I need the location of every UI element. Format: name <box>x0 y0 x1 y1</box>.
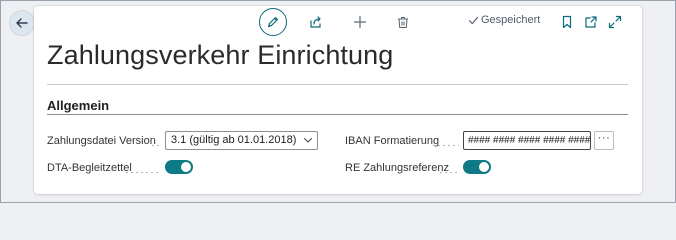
iban-formatierung-lookup-button[interactable]: ··· <box>594 131 614 150</box>
delete-button[interactable] <box>394 13 412 31</box>
share-icon <box>310 16 321 28</box>
edit-button[interactable] <box>259 8 287 36</box>
expand-button[interactable] <box>606 13 624 31</box>
iban-formatierung-field[interactable]: #### #### #### #### #### <box>463 131 591 150</box>
new-button[interactable] <box>351 13 369 31</box>
saved-label: Gespeichert <box>481 14 541 26</box>
zahlungsdatei-version-label: Zahlungsdatei Version <box>47 135 156 147</box>
open-in-new-window-icon <box>585 16 597 28</box>
bookmark-button[interactable] <box>558 13 576 31</box>
checkmark-icon <box>468 16 479 24</box>
iban-formatierung-label: IBAN Formatierung <box>345 135 440 147</box>
back-button[interactable] <box>9 10 35 36</box>
pencil-icon <box>267 16 279 28</box>
share-button[interactable] <box>307 13 325 31</box>
re-zahlungsreferenz-toggle[interactable] <box>463 160 491 174</box>
field-leader-dots <box>126 172 161 173</box>
page-title: Zahlungsverkehr Einrichtung <box>47 40 394 70</box>
toggle-knob <box>181 162 191 172</box>
dta-begleitzettel-toggle[interactable] <box>165 160 193 174</box>
dta-begleitzettel-label: DTA-Begleitzettel <box>47 162 132 174</box>
trash-icon <box>398 16 408 29</box>
plus-icon <box>353 15 367 29</box>
toggle-knob <box>479 162 489 172</box>
title-divider <box>47 84 628 85</box>
chevron-down-icon <box>304 138 312 143</box>
field-leader-dots <box>433 145 459 146</box>
zahlungsdatei-version-select[interactable]: 3.1 (gültig ab 01.01.2018) <box>165 131 318 150</box>
field-leader-dots <box>152 145 161 146</box>
open-new-window-button[interactable] <box>582 13 600 31</box>
section-divider <box>47 114 628 115</box>
re-zahlungsreferenz-label: RE Zahlungsreferenz <box>345 162 449 174</box>
arrow-left-icon <box>16 18 28 28</box>
field-leader-dots <box>440 172 459 173</box>
expand-icon <box>608 15 622 29</box>
section-title-allgemein[interactable]: Allgemein <box>47 98 109 113</box>
saved-status: Gespeichert <box>468 14 540 26</box>
bookmark-icon <box>562 15 572 29</box>
zahlungsdatei-version-value: 3.1 (gültig ab 01.01.2018) <box>171 134 297 146</box>
